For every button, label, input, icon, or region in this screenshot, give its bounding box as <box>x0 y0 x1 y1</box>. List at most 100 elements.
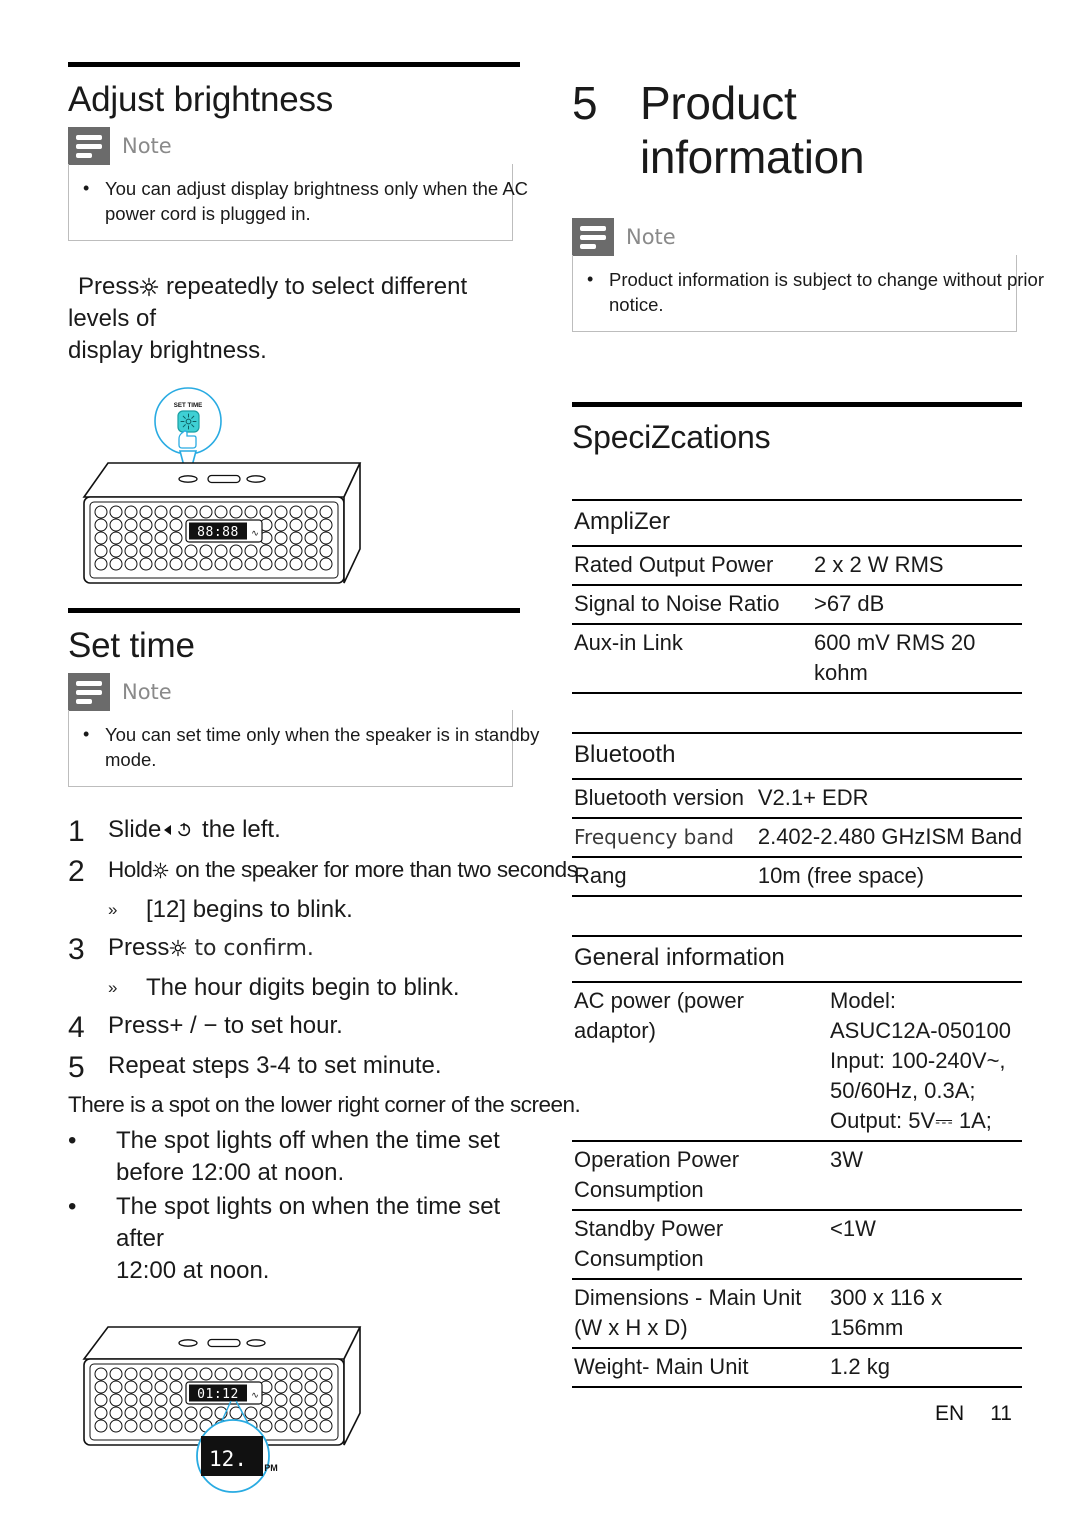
callout-label: SET TIME <box>174 402 203 409</box>
step-3-result: » The hour digits begin to blink. <box>108 971 520 1005</box>
top-button-right[interactable] <box>246 1339 266 1347</box>
power-slide-icon <box>164 822 191 837</box>
row-key: Frequency band <box>572 818 756 858</box>
top-button-left[interactable] <box>178 475 198 483</box>
note-text-line2: power cord is plugged in. <box>105 203 311 224</box>
chapter-heading: 5 Product information <box>572 76 1022 184</box>
table-row: Rated Output Power 2 x 2 W RMS <box>572 547 1022 586</box>
table-row: Rang 10m (free space) <box>572 857 1022 897</box>
section-rule-set-time <box>68 608 520 613</box>
note-header: Note <box>68 127 520 165</box>
row-key-line2: (W x H x D) <box>574 1315 688 1340</box>
step-4: 4 Press+ / − to set hour. <box>68 1009 520 1047</box>
row-value-line2: ASUC12A-050100 <box>830 1018 1012 1043</box>
table-heading-general-information: General information <box>574 944 785 971</box>
row-key: Dimensions - Main Unit (W x H x D) <box>572 1279 828 1349</box>
brightness-instruction: Press repeatedly to select different lev… <box>68 271 520 367</box>
row-key-line1: Operation Power <box>574 1147 740 1172</box>
result-glyph: » <box>108 900 118 919</box>
row-value: >67 dB <box>812 585 1022 625</box>
step-2-result: » [12] begins to blink. <box>108 893 520 927</box>
bullet-glyph: • <box>83 724 90 744</box>
result-text: The hour digits begin to blink. <box>146 974 460 1001</box>
footer-page-number: 11 <box>990 1402 1012 1425</box>
row-key: Standby Power Consumption <box>572 1210 828 1280</box>
section-rule-specifications <box>572 402 1022 407</box>
row-value: 10m (free space) <box>755 857 1022 897</box>
figure-speaker-time-display: 01:12 ∿ 12. PM <box>68 1301 520 1501</box>
table-heading-amplifier: AmpliZer <box>574 508 671 535</box>
instruction-prefix: Press <box>78 273 140 300</box>
spot-bullet-2-line2: 12:00 at noon. <box>116 1257 270 1284</box>
table-row: Standby Power Consumption <1W <box>572 1210 1022 1280</box>
footer-language: EN <box>935 1402 965 1425</box>
row-key: Rated Output Power <box>572 547 812 586</box>
step-2: 2 Hold on the speaker for more than two … <box>68 853 584 891</box>
row-key: Signal to Noise Ratio <box>572 585 812 625</box>
table-row: Weight- Main Unit 1.2 kg <box>572 1348 1022 1388</box>
step-number: 1 <box>68 815 85 848</box>
spot-bullet-1-line2: before 12:00 at noon. <box>116 1159 345 1186</box>
table-heading-bluetooth: Bluetooth <box>574 741 676 768</box>
note-text-line2: notice. <box>609 294 664 315</box>
section-rule-adjust-brightness <box>68 62 520 67</box>
note-text-line1: Product information is subject to change… <box>609 269 1044 290</box>
spec-table-amplifier: AmpliZer Rated Output Power 2 x 2 W RMS … <box>572 499 1022 694</box>
note-label: Note <box>122 680 172 704</box>
note-icon <box>68 673 110 711</box>
brightness-icon <box>153 862 169 879</box>
note-content: • Product information is subject to chan… <box>572 255 1044 332</box>
note-text-line1: You can set time only when the speaker i… <box>105 724 540 745</box>
table-row: Dimensions - Main Unit (W x H x D) 300 x… <box>572 1279 1022 1349</box>
row-key-line1: Dimensions - Main Unit <box>574 1285 802 1310</box>
bullet-spacer <box>83 201 105 226</box>
lcd-side-glyph: ∿ <box>251 528 259 538</box>
row-value: 1.2 kg <box>828 1348 1022 1388</box>
spec-table-bluetooth: Bluetooth Bluetooth version V2.1+ EDR Fr… <box>572 732 1022 897</box>
table-row: AC power (power adaptor) Model: ASUC12A-… <box>572 983 1022 1142</box>
instruction-line2: display brightness. <box>68 337 267 364</box>
note-text-line2: mode. <box>105 749 157 770</box>
table-row: Operation Power Consumption 3W <box>572 1141 1022 1211</box>
note-content: • You can adjust display brightness only… <box>68 164 528 241</box>
chapter-title-line1: Product <box>640 77 797 129</box>
row-key: Rang <box>572 857 756 897</box>
note-box-set-time: Note • You can set time only when the sp… <box>68 673 539 787</box>
note-icon <box>68 127 110 165</box>
bullet-spacer <box>83 747 105 772</box>
bullet-glyph: • <box>83 178 90 198</box>
note-list-item: • Product information is subject to chan… <box>587 267 1044 292</box>
lcd-value: 01:12 <box>197 1387 239 1402</box>
row-value: <1W <box>828 1210 1022 1280</box>
row-value-line1: 600 mV RMS 20 <box>814 630 976 655</box>
table-row: Aux-in Link 600 mV RMS 20 kohm <box>572 624 1022 694</box>
left-column: Adjust brightness Note • You can adjust … <box>68 62 584 1501</box>
amplifier-table: Rated Output Power 2 x 2 W RMS Signal to… <box>572 547 1022 694</box>
top-button-center[interactable] <box>207 1338 241 1348</box>
step-text: Press to confirm. <box>108 934 314 961</box>
zoom-lcd-value: 12. <box>209 1447 247 1471</box>
step-text: Slide the left. <box>108 816 281 843</box>
top-button-right[interactable] <box>246 475 266 483</box>
manual-page: Adjust brightness Note • You can adjust … <box>0 0 1080 1527</box>
spot-bullet-1-line1: The spot lights off when the time set <box>116 1127 500 1154</box>
zoom-meridiem-label: PM <box>264 1463 278 1473</box>
row-value-line5: Output: 5V⎓ 1A; <box>830 1108 992 1133</box>
table-row: Frequency band 2.402-2.480 GHzISM Band <box>572 818 1022 858</box>
note-content-set-time: • You can set time only when the speaker… <box>68 710 539 787</box>
note-header-set-time: Note <box>68 673 520 711</box>
step-number: 5 <box>68 1051 85 1084</box>
note-box-adjust-brightness: Note • You can adjust display brightness… <box>68 127 528 241</box>
note-label: Note <box>122 134 172 158</box>
step-number: 2 <box>68 855 85 888</box>
page-title-set-time: Set time <box>68 626 195 665</box>
top-button-center[interactable] <box>207 474 241 484</box>
note-list-item: • You can adjust display brightness only… <box>83 176 528 201</box>
top-button-left[interactable] <box>178 1339 198 1347</box>
right-column: 5 Product information Note • Product inf… <box>572 62 1044 1388</box>
table-row: Bluetooth version V2.1+ EDR <box>572 780 1022 819</box>
bluetooth-table: Bluetooth version V2.1+ EDR Frequency ba… <box>572 780 1022 897</box>
spot-intro-text: There is a spot on the lower right corne… <box>68 1092 581 1117</box>
row-value: Model: ASUC12A-050100 Input: 100-240V~, … <box>828 983 1022 1142</box>
row-key-line2: adaptor) <box>574 1018 656 1043</box>
